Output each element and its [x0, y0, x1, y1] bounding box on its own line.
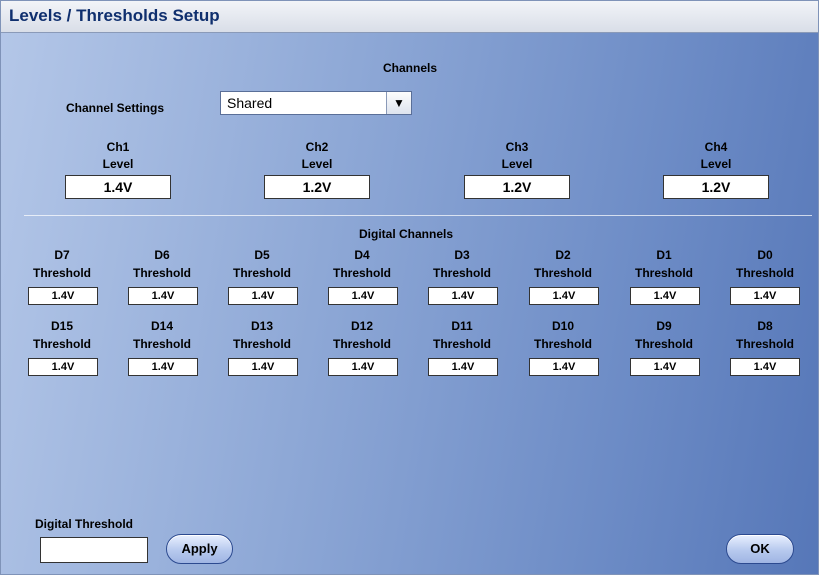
d2-threshold-field[interactable]: 1.4V [529, 287, 599, 305]
d14-threshold-field[interactable]: 1.4V [128, 358, 198, 376]
d14-name: D14 [150, 319, 173, 333]
d2-name: D2 [555, 248, 571, 262]
apply-button[interactable]: Apply [166, 534, 233, 564]
d5-name: D5 [254, 248, 270, 262]
d7-threshold-field[interactable]: 1.4V [28, 287, 98, 305]
d4-threshold-field[interactable]: 1.4V [328, 287, 398, 305]
ch1-name: Ch1 [106, 140, 130, 154]
d0-sub: Threshold [735, 266, 794, 280]
d0-threshold-field[interactable]: 1.4V [730, 287, 800, 305]
d5-sub: Threshold [232, 266, 291, 280]
d4-sub: Threshold [332, 266, 391, 280]
ch2-sub: Level [301, 157, 333, 171]
d3-threshold-field[interactable]: 1.4V [428, 287, 498, 305]
d2-sub: Threshold [533, 266, 592, 280]
d11-threshold-field[interactable]: 1.4V [428, 358, 498, 376]
chevron-down-icon[interactable]: ▼ [386, 92, 411, 114]
d7-name: D7 [54, 248, 70, 262]
d4-name: D4 [354, 248, 370, 262]
digital-threshold-label: Digital Threshold [35, 517, 134, 531]
d1-sub: Threshold [634, 266, 693, 280]
d10-threshold-field[interactable]: 1.4V [529, 358, 599, 376]
d0-name: D0 [757, 248, 773, 262]
ch2-name: Ch2 [305, 140, 329, 154]
ch1-level-field[interactable]: 1.4V [65, 175, 171, 199]
d3-sub: Threshold [432, 266, 491, 280]
d9-sub: Threshold [634, 337, 693, 351]
d8-name: D8 [757, 319, 773, 333]
d6-threshold-field[interactable]: 1.4V [128, 287, 198, 305]
d8-threshold-field[interactable]: 1.4V [730, 358, 800, 376]
d1-name: D1 [656, 248, 672, 262]
d15-threshold-field[interactable]: 1.4V [28, 358, 98, 376]
d13-sub: Threshold [232, 337, 291, 351]
d9-name: D9 [656, 319, 672, 333]
ch3-name: Ch3 [505, 140, 529, 154]
digital-channels-heading: Digital Channels [359, 227, 454, 241]
d9-threshold-field[interactable]: 1.4V [630, 358, 700, 376]
ch4-sub: Level [700, 157, 732, 171]
d6-name: D6 [154, 248, 170, 262]
d3-name: D3 [454, 248, 470, 262]
levels-thresholds-window: Levels / Thresholds Setup Channels Chann… [0, 0, 819, 575]
d7-sub: Threshold [32, 266, 91, 280]
d11-name: D11 [451, 319, 473, 333]
d13-name: D13 [250, 319, 273, 333]
d12-sub: Threshold [332, 337, 391, 351]
ch2-level-field[interactable]: 1.2V [264, 175, 370, 199]
ch3-sub: Level [501, 157, 533, 171]
ch4-level-field[interactable]: 1.2V [663, 175, 769, 199]
ch4-name: Ch4 [704, 140, 728, 154]
ch1-sub: Level [102, 157, 134, 171]
ok-button[interactable]: OK [726, 534, 794, 564]
d15-name: D15 [50, 319, 73, 333]
d10-sub: Threshold [533, 337, 592, 351]
d14-sub: Threshold [132, 337, 191, 351]
d1-threshold-field[interactable]: 1.4V [630, 287, 700, 305]
window-title: Levels / Thresholds Setup [9, 6, 220, 25]
d10-name: D10 [551, 319, 574, 333]
d11-sub: Threshold [432, 337, 491, 351]
channel-settings-dropdown[interactable]: Shared ▼ [220, 91, 412, 115]
d8-sub: Threshold [735, 337, 794, 351]
d13-threshold-field[interactable]: 1.4V [228, 358, 298, 376]
d6-sub: Threshold [132, 266, 191, 280]
d12-name: D12 [350, 319, 373, 333]
d15-sub: Threshold [32, 337, 91, 351]
channel-settings-label: Channel Settings [66, 101, 165, 115]
ch3-level-field[interactable]: 1.2V [464, 175, 570, 199]
digital-threshold-input[interactable] [40, 537, 148, 563]
d5-threshold-field[interactable]: 1.4V [228, 287, 298, 305]
channel-settings-value: Shared [227, 95, 273, 111]
d12-threshold-field[interactable]: 1.4V [328, 358, 398, 376]
channels-heading: Channels [383, 61, 438, 75]
title-bar: Levels / Thresholds Setup [1, 1, 818, 33]
section-divider [24, 215, 812, 216]
